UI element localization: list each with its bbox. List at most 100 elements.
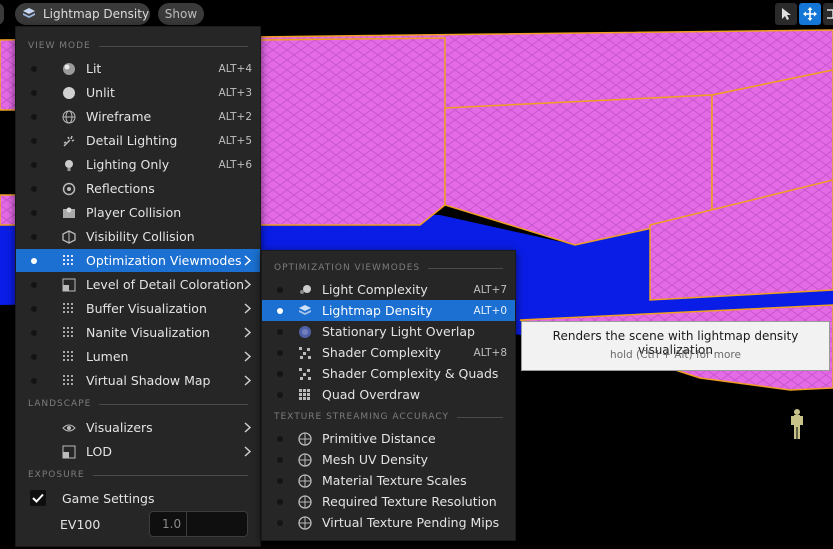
submenu-item-virtual-texture-pending-mips[interactable]: Virtual Texture Pending Mips — [262, 512, 515, 533]
radio-dot — [31, 209, 37, 216]
section-label: EXPOSURE — [28, 470, 85, 480]
menu-item-label: Player Collision — [86, 205, 182, 220]
radio-dot — [31, 185, 37, 192]
show-button[interactable]: Show — [158, 3, 204, 25]
radio-dot — [277, 370, 283, 377]
section-landscape: LANDSCAPE — [28, 397, 248, 411]
shader-complexity-quads-icon — [298, 367, 312, 381]
lod-coloration-icon — [62, 278, 76, 292]
lightmap-density-icon — [298, 304, 312, 318]
wireframe-sphere-icon — [62, 110, 76, 124]
menu-item-label: Lightmap Density — [322, 303, 433, 318]
chevron-right-icon — [242, 279, 252, 291]
crosshair-icon — [298, 431, 312, 446]
optimization-viewmodes-submenu: OPTIMIZATION VIEWMODES Light Complexity … — [261, 250, 516, 541]
select-tool-button[interactable] — [775, 3, 797, 25]
menu-item-reflections[interactable]: Reflections — [16, 177, 260, 200]
radio-dot — [31, 377, 37, 384]
submenu-item-shader-complexity-quads[interactable]: Shader Complexity & Quads — [262, 363, 515, 384]
shortcut-label: ALT+2 — [218, 110, 252, 123]
menu-item-optimization-viewmodes[interactable]: Optimization Viewmodes — [16, 249, 260, 272]
menu-item-detail-lighting[interactable]: Detail Lighting ALT+5 — [16, 129, 260, 152]
crosshair-icon — [298, 473, 312, 488]
eye-icon — [62, 421, 76, 435]
menu-item-label: Primitive Distance — [322, 431, 436, 446]
radio-dot — [31, 353, 37, 360]
view-mode-menu: VIEW MODE Lit ALT+4 Unlit ALT+3 Wirefram… — [15, 26, 261, 547]
menu-item-label: Visualizers — [86, 420, 153, 435]
move-icon — [803, 7, 817, 21]
radio-dot — [31, 281, 37, 288]
radio-dot — [31, 89, 37, 96]
radio-dot — [31, 161, 37, 168]
radio-dot — [277, 435, 283, 442]
menu-item-label: Mesh UV Density — [322, 452, 429, 467]
chevron-right-icon — [242, 351, 252, 363]
menu-item-wireframe[interactable]: Wireframe ALT+2 — [16, 105, 260, 128]
menu-item-buffer-visualization[interactable]: Buffer Visualization — [16, 297, 260, 320]
radio-dot — [277, 498, 283, 505]
section-label: OPTIMIZATION VIEWMODES — [274, 263, 421, 273]
menu-item-lumen[interactable]: Lumen — [16, 345, 260, 368]
visibility-collision-icon — [62, 229, 76, 244]
menu-item-lod-coloration[interactable]: Level of Detail Coloration — [16, 273, 260, 296]
menu-item-label: Virtual Shadow Map — [86, 373, 211, 388]
shortcut-label: ALT+6 — [218, 158, 252, 171]
radio-dot — [277, 286, 283, 293]
crosshair-icon — [298, 452, 312, 467]
move-tool-button[interactable] — [799, 3, 821, 25]
submenu-item-required-texture-resolution[interactable]: Required Texture Resolution — [262, 491, 515, 512]
menu-item-label: Required Texture Resolution — [322, 494, 497, 509]
rotate-tool-button[interactable] — [823, 3, 833, 25]
menu-item-label: Quad Overdraw — [322, 387, 421, 402]
shader-complexity-icon — [298, 346, 312, 360]
crosshair-icon — [298, 515, 312, 530]
show-label: Show — [164, 7, 198, 21]
submenu-item-shader-complexity[interactable]: Shader Complexity ALT+8 — [262, 342, 515, 363]
radio-dot — [277, 328, 283, 335]
menu-item-label: Material Texture Scales — [322, 473, 467, 488]
rotate-icon — [827, 9, 833, 19]
radio-dot — [31, 113, 37, 120]
lit-sphere-icon — [62, 62, 76, 76]
shortcut-label: ALT+7 — [473, 283, 507, 296]
menu-item-label: Light Complexity — [322, 282, 428, 297]
section-label: LANDSCAPE — [28, 399, 92, 409]
grid-icon — [62, 326, 76, 340]
menu-item-lighting-only[interactable]: Lighting Only ALT+6 — [16, 153, 260, 176]
menu-item-nanite-visualization[interactable]: Nanite Visualization — [16, 321, 260, 344]
menu-item-player-collision[interactable]: Player Collision — [16, 201, 260, 224]
menu-item-unlit[interactable]: Unlit ALT+3 — [16, 81, 260, 104]
menu-item-label: Lit — [86, 61, 102, 76]
submenu-item-lightmap-density[interactable]: Lightmap Density ALT+0 — [262, 300, 515, 321]
tooltip-hint: hold (Ctrl + Alt) for more — [610, 349, 741, 361]
submenu-item-quad-overdraw[interactable]: Quad Overdraw — [262, 384, 515, 405]
menu-item-lod[interactable]: LOD — [16, 440, 260, 463]
menu-item-visualizers[interactable]: Visualizers — [16, 416, 260, 439]
menu-item-lit[interactable]: Lit ALT+4 — [16, 57, 260, 80]
submenu-item-light-complexity[interactable]: Light Complexity ALT+7 — [262, 279, 515, 300]
reflections-icon — [62, 182, 76, 196]
radio-dot — [31, 305, 37, 312]
menu-item-virtual-shadow-map[interactable]: Virtual Shadow Map — [16, 369, 260, 392]
grid-icon — [62, 350, 76, 364]
view-mode-dropdown[interactable]: Lightmap Density — [15, 3, 150, 25]
grid-icon — [62, 302, 76, 316]
menu-item-label: Lighting Only — [86, 157, 170, 172]
ev100-input[interactable]: 1.0 — [149, 511, 248, 537]
menu-item-label: Reflections — [86, 181, 155, 196]
submenu-item-primitive-distance[interactable]: Primitive Distance — [262, 428, 515, 449]
grid-icon — [62, 254, 76, 268]
menu-item-visibility-collision[interactable]: Visibility Collision — [16, 225, 260, 248]
unlit-sphere-icon — [62, 86, 76, 100]
submenu-item-stationary-light-overlap[interactable]: Stationary Light Overlap — [262, 321, 515, 342]
radio-dot — [277, 307, 283, 314]
menu-item-label: Stationary Light Overlap — [322, 324, 475, 339]
player-collision-icon — [62, 206, 76, 220]
game-settings-checkbox[interactable] — [30, 490, 46, 506]
shortcut-label: ALT+4 — [218, 62, 252, 75]
menu-item-label: Shader Complexity & Quads — [322, 366, 499, 381]
submenu-item-mesh-uv-density[interactable]: Mesh UV Density — [262, 449, 515, 470]
submenu-item-material-texture-scales[interactable]: Material Texture Scales — [262, 470, 515, 491]
menu-item-label: Virtual Texture Pending Mips — [322, 515, 500, 530]
